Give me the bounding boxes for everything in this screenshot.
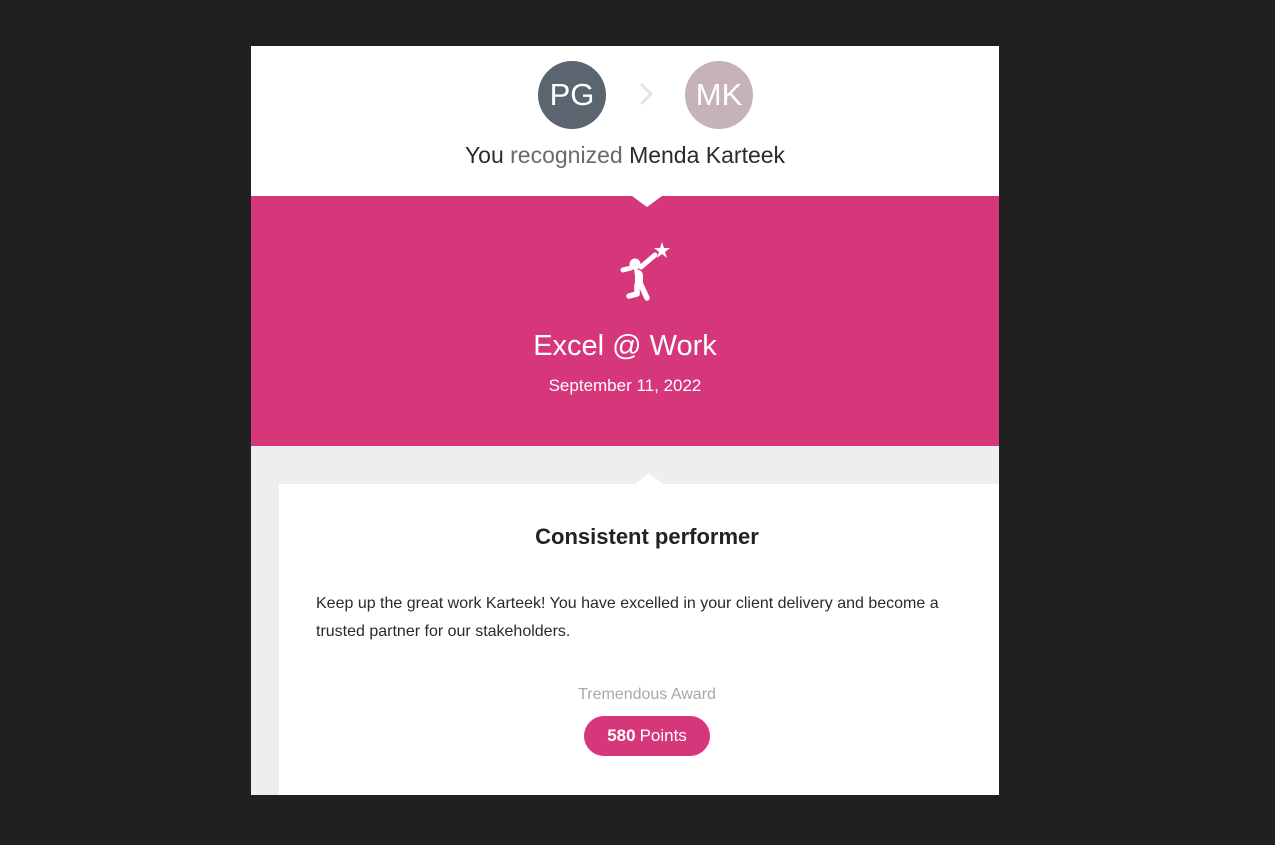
banner-notch [632,196,662,207]
message-card: Consistent performer Keep up the great w… [279,473,999,795]
message-section: Consistent performer Keep up the great w… [251,446,999,795]
receiver-name[interactable]: Menda Karteek [629,142,785,168]
award-title: Excel @ Work [533,330,717,362]
points-unit: Points [639,726,687,745]
award-type-label: Tremendous Award [578,686,716,703]
award-date: September 11, 2022 [548,376,702,395]
award-banner: Excel @ Work September 11, 2022 [251,196,999,446]
recognition-verb: recognized [510,142,623,168]
points-badge: 580 Points [584,716,710,756]
achiever-star-icon [620,242,670,301]
message-title: Consistent performer [535,524,759,549]
giver-initials: PG [549,77,595,112]
message-notch [635,473,663,484]
recognition-headline: You recognized Menda Karteek [251,142,999,169]
chevron-right-icon [640,83,653,105]
recognition-card: PG MK You recognized Menda Karteek Excel… [251,46,999,795]
message-text: Keep up the great work Karteek! You have… [316,595,939,640]
receiver-initials: MK [695,77,743,112]
giver-avatar[interactable]: PG [538,61,606,129]
receiver-avatar[interactable]: MK [685,61,753,129]
points-value: 580 [607,726,636,745]
giver-label[interactable]: You [465,142,504,168]
recognition-header: PG MK You recognized Menda Karteek [251,46,999,196]
